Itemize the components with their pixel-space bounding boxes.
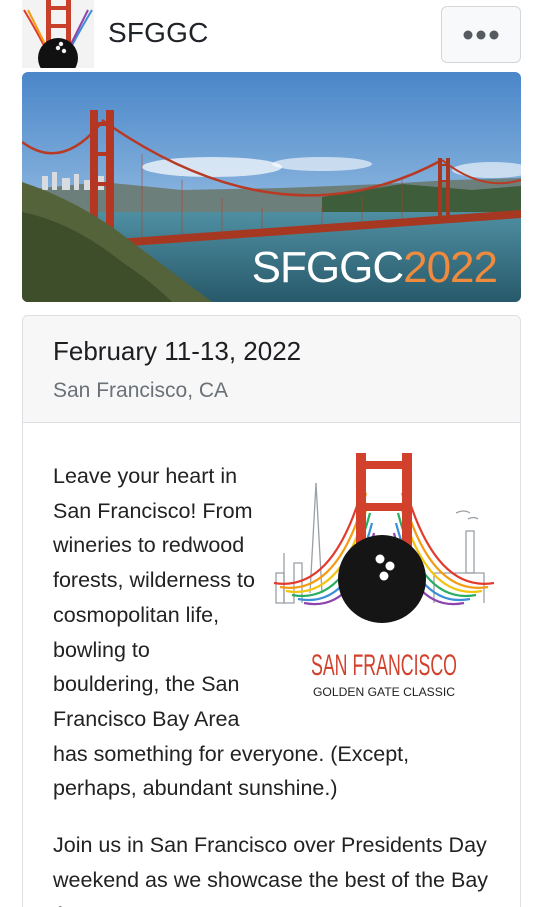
ellipsis-icon: [463, 30, 499, 39]
logo-subtitle: GOLDEN GATE CLASSIC: [313, 685, 455, 699]
banner-title: SFGGC2022: [251, 243, 498, 292]
event-banner: SFGGC2022: [22, 72, 521, 302]
card-header: February 11-13, 2022 San Francisco, CA: [23, 316, 520, 423]
card-body: SAN FRANCISCO GOLDEN GATE CLASSIC Leave …: [23, 423, 520, 907]
event-date: February 11-13, 2022: [53, 336, 302, 366]
event-card: February 11-13, 2022 San Francisco, CA S…: [22, 315, 521, 907]
golden-gate-classic-logo: SAN FRANCISCO GOLDEN GATE CLASSIC: [273, 453, 495, 709]
logo-title: SAN FRANCISCO: [311, 649, 457, 682]
site-header: SFGGC: [0, 0, 540, 70]
site-logo[interactable]: [22, 0, 94, 68]
menu-button[interactable]: [441, 6, 521, 63]
site-title[interactable]: SFGGC: [108, 17, 209, 49]
event-location: San Francisco, CA: [53, 379, 229, 402]
event-invitation: Join us in San Francisco over Presidents…: [53, 833, 489, 907]
